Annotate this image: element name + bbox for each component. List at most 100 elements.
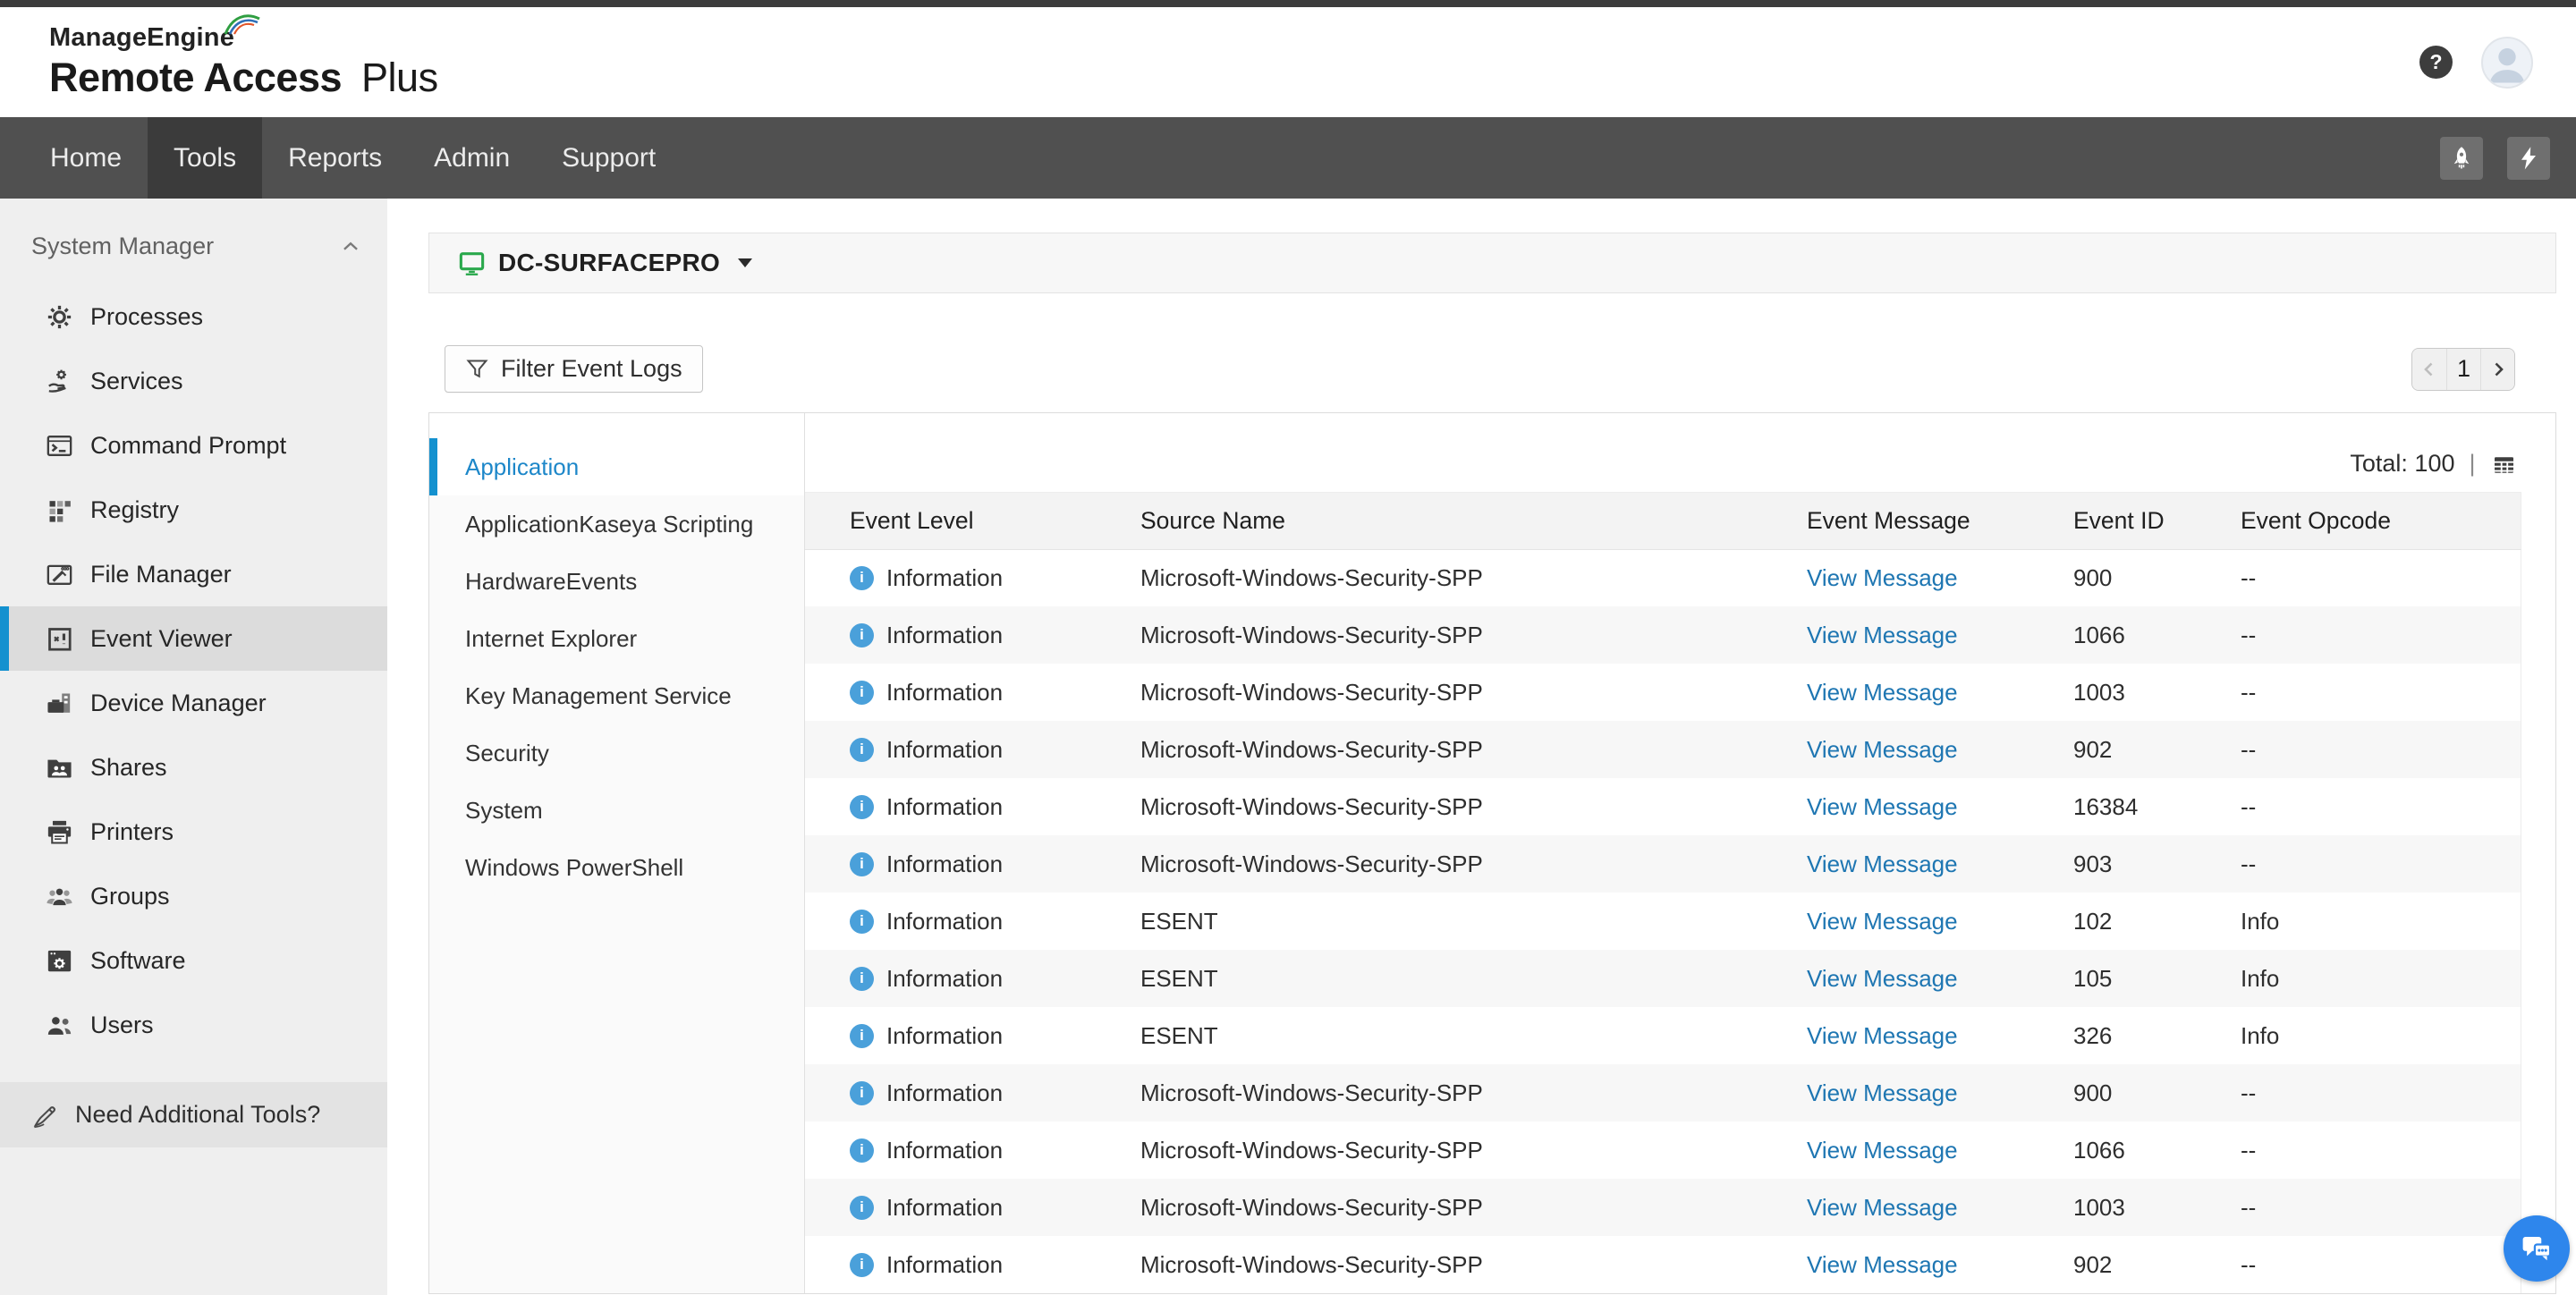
sidebar-item[interactable]: Services — [0, 349, 387, 413]
log-type-item[interactable]: Security — [429, 724, 804, 782]
sidebar-item[interactable]: Groups — [0, 864, 387, 928]
view-message-link[interactable]: View Message — [1807, 851, 1958, 877]
event-opcode: -- — [2241, 721, 2521, 778]
view-message-link[interactable]: View Message — [1807, 965, 1958, 992]
event-opcode: -- — [2241, 549, 2521, 606]
services-icon — [45, 367, 74, 396]
event-rows: i Information Microsoft-Windows-Security… — [805, 549, 2521, 1293]
view-message-link[interactable]: View Message — [1807, 793, 1958, 820]
source-name: Microsoft-Windows-Security-SPP — [1140, 606, 1807, 664]
event-id: 902 — [2073, 721, 2241, 778]
log-type-label: Key Management Service — [465, 682, 732, 710]
view-message-link[interactable]: View Message — [1807, 908, 1958, 935]
sidebar-item-label: File Manager — [90, 561, 232, 588]
event-level: Information — [886, 564, 1003, 592]
view-message-link[interactable]: View Message — [1807, 1194, 1958, 1221]
processes-icon — [45, 302, 74, 332]
log-type-item[interactable]: Key Management Service — [429, 667, 804, 724]
sidebar-item[interactable]: Users — [0, 993, 387, 1057]
log-type-item[interactable]: ApplicationKaseya Scripting — [429, 495, 804, 553]
need-additional-tools[interactable]: Need Additional Tools? — [0, 1082, 387, 1147]
rocket-button[interactable] — [2440, 137, 2483, 180]
filter-button-label: Filter Event Logs — [501, 355, 682, 383]
chat-button[interactable] — [2504, 1215, 2570, 1282]
log-type-list-header — [429, 413, 804, 438]
event-opcode: Info — [2241, 1007, 2521, 1064]
sidebar-item[interactable]: Processes — [0, 284, 387, 349]
sidebar-item[interactable]: Event Viewer — [0, 606, 387, 671]
sidebar-section-system-manager[interactable]: System Manager — [0, 199, 387, 260]
view-message-link[interactable]: View Message — [1807, 1079, 1958, 1106]
device-selector[interactable]: DC-SURFACEPRO — [428, 233, 2556, 293]
nav-tab-label: Reports — [288, 143, 382, 174]
log-type-item[interactable]: Internet Explorer — [429, 610, 804, 667]
information-icon: i — [850, 1138, 874, 1163]
chevron-up-icon — [339, 235, 362, 258]
main-nav: Home Tools Reports Admin Support — [0, 117, 2576, 199]
sidebar-item[interactable]: Printers — [0, 800, 387, 864]
nav-tab-label: Home — [50, 143, 122, 174]
sidebar-item-label: Registry — [90, 496, 179, 524]
log-type-item[interactable]: Application — [429, 438, 804, 495]
next-page-button[interactable] — [2480, 349, 2514, 390]
event-level: Information — [886, 908, 1003, 935]
current-page[interactable]: 1 — [2446, 349, 2480, 390]
nav-tab[interactable]: Tools — [148, 117, 262, 199]
sidebar-item[interactable]: File Manager — [0, 542, 387, 606]
sidebar-item-label: Users — [90, 1011, 154, 1039]
event-id: 1003 — [2073, 1179, 2241, 1236]
event-level: Information — [886, 793, 1003, 821]
event-id: 16384 — [2073, 778, 2241, 835]
log-type-label: ApplicationKaseya Scripting — [465, 511, 753, 538]
nav-tab[interactable]: Admin — [408, 117, 536, 199]
sidebar-item[interactable]: Software — [0, 928, 387, 993]
sidebar-item-label: Services — [90, 368, 183, 395]
information-icon: i — [850, 1024, 874, 1048]
monitor-icon — [458, 250, 486, 277]
sidebar-item[interactable]: Device Manager — [0, 671, 387, 735]
information-icon: i — [850, 910, 874, 934]
sidebar-items: Processes Services Command Prompt Regist… — [0, 284, 387, 1057]
software-icon — [45, 946, 74, 976]
sidebar-item-label: Command Prompt — [90, 432, 286, 460]
log-type-label: Windows PowerShell — [465, 854, 683, 882]
view-message-link[interactable]: View Message — [1807, 622, 1958, 648]
flash-button[interactable] — [2507, 137, 2550, 180]
person-icon — [2483, 38, 2531, 87]
log-type-item[interactable]: Windows PowerShell — [429, 839, 804, 896]
view-message-link[interactable]: View Message — [1807, 564, 1958, 591]
column-chooser-button[interactable] — [2490, 453, 2518, 478]
source-name: Microsoft-Windows-Security-SPP — [1140, 778, 1807, 835]
nav-tab[interactable]: Home — [24, 117, 148, 199]
event-level: Information — [886, 851, 1003, 878]
help-button[interactable]: ? — [2419, 46, 2453, 79]
user-avatar[interactable] — [2481, 37, 2533, 89]
source-name: ESENT — [1140, 950, 1807, 1007]
grid-icon — [2490, 453, 2518, 478]
nav-tab-label: Admin — [434, 143, 510, 174]
view-message-link[interactable]: View Message — [1807, 736, 1958, 763]
nav-tab[interactable]: Reports — [262, 117, 408, 199]
sidebar-item[interactable]: Registry — [0, 478, 387, 542]
sidebar-item[interactable]: Shares — [0, 735, 387, 800]
view-message-link[interactable]: View Message — [1807, 1022, 1958, 1049]
log-type-item[interactable]: System — [429, 782, 804, 839]
filter-event-logs-button[interactable]: Filter Event Logs — [445, 345, 703, 393]
sidebar-item[interactable]: Command Prompt — [0, 413, 387, 478]
need-tools-label: Need Additional Tools? — [75, 1101, 320, 1129]
prev-page-button[interactable] — [2412, 349, 2446, 390]
sidebar-item-label: Shares — [90, 754, 167, 782]
information-icon: i — [850, 967, 874, 991]
log-type-label: Application — [465, 453, 579, 481]
log-type-item[interactable]: HardwareEvents — [429, 553, 804, 610]
total-count: Total: 100 — [2350, 450, 2454, 478]
source-name: ESENT — [1140, 1007, 1807, 1064]
view-message-link[interactable]: View Message — [1807, 1137, 1958, 1164]
view-message-link[interactable]: View Message — [1807, 1251, 1958, 1278]
file-manager-icon — [45, 560, 74, 589]
event-row: i Information Microsoft-Windows-Security… — [805, 606, 2521, 664]
nav-tab[interactable]: Support — [536, 117, 682, 199]
sidebar: System Manager Processes Services — [0, 199, 387, 1295]
view-message-link[interactable]: View Message — [1807, 679, 1958, 706]
event-id: 1066 — [2073, 606, 2241, 664]
